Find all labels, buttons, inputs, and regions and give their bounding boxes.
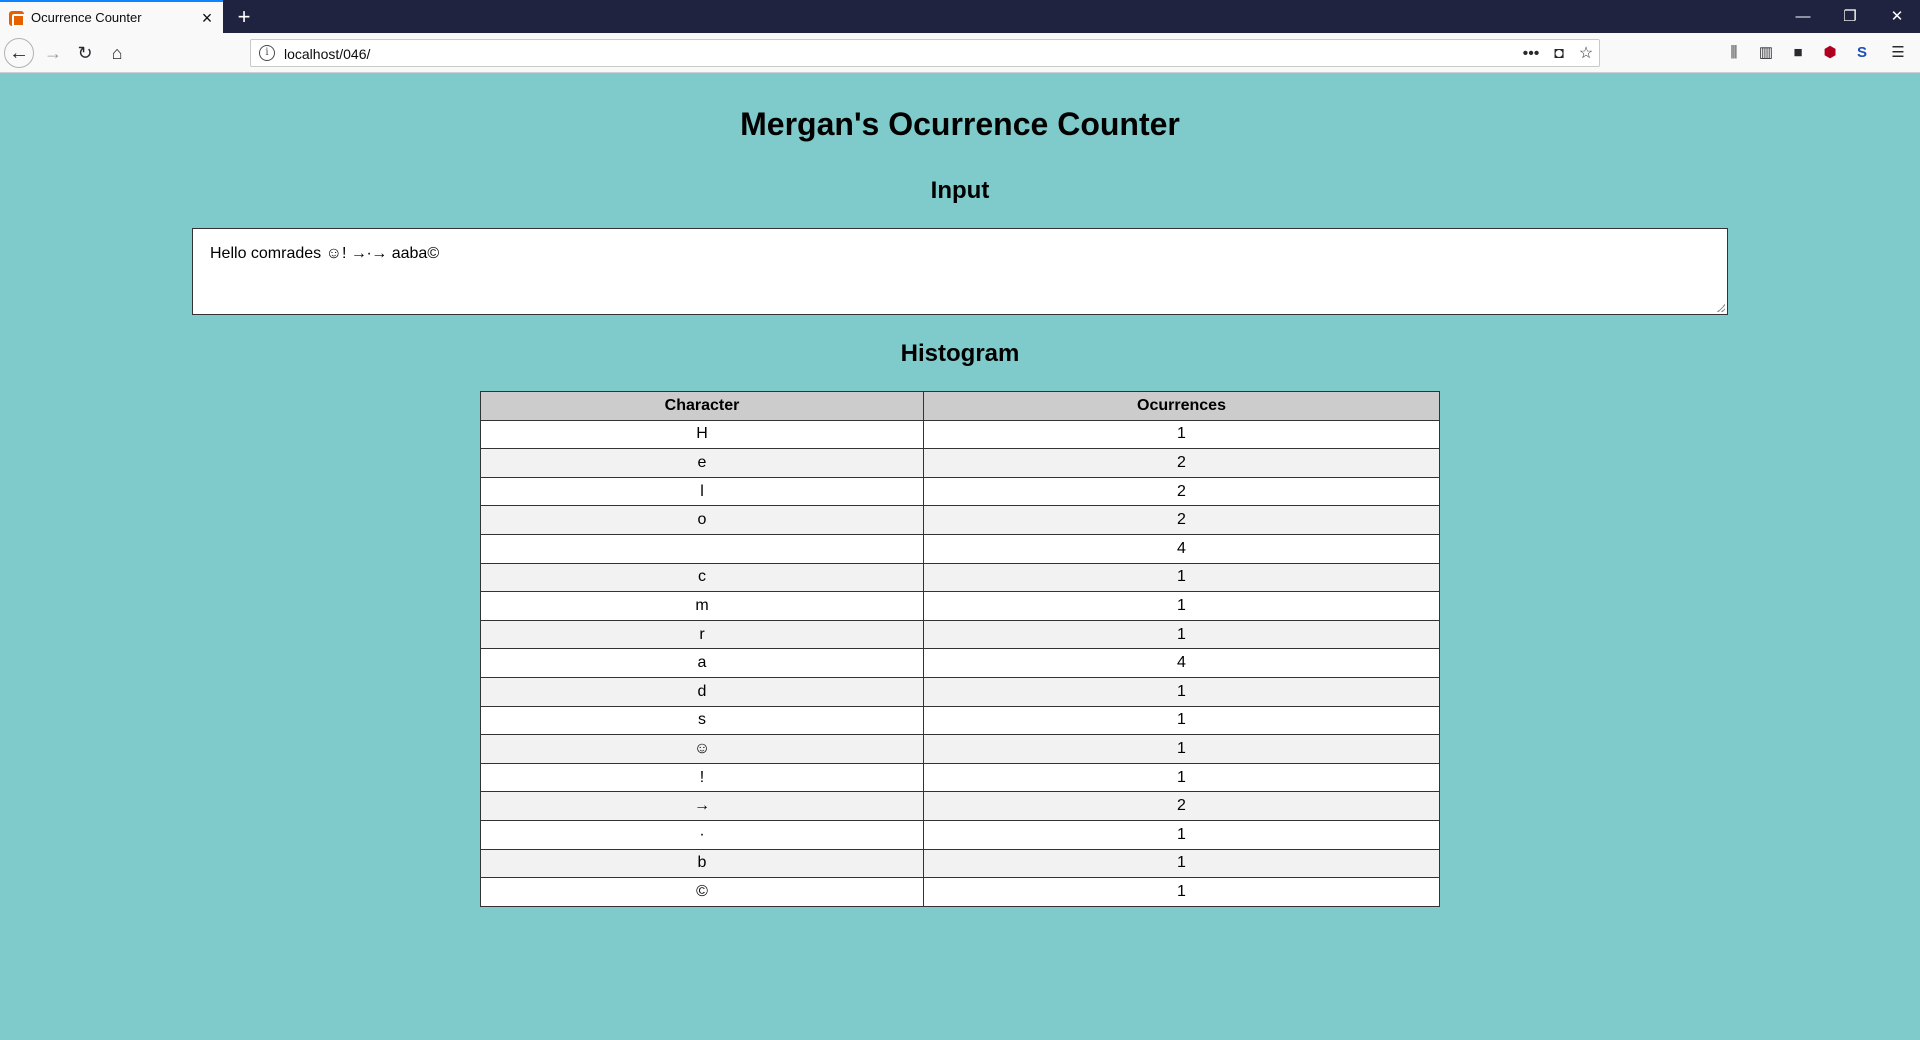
cell-character: m bbox=[480, 591, 924, 621]
cell-character: b bbox=[480, 848, 924, 879]
cell-character: e bbox=[480, 448, 924, 478]
cell-character: ☺ bbox=[480, 734, 924, 764]
library-icon[interactable]: ⫼ bbox=[1723, 42, 1745, 64]
table-row: ! 1 bbox=[480, 762, 1440, 793]
sidebar-icon[interactable]: ▥ bbox=[1755, 42, 1777, 64]
cell-count: 1 bbox=[923, 619, 1440, 650]
cell-character: s bbox=[480, 705, 924, 736]
table-row: c1 bbox=[480, 562, 1440, 593]
cell-count: 2 bbox=[923, 448, 1440, 478]
cell-character bbox=[480, 533, 924, 564]
cell-count: 1 bbox=[923, 848, 1440, 879]
table-row: s1 bbox=[480, 705, 1440, 736]
site-info-icon[interactable]: i bbox=[259, 45, 275, 61]
cell-count: 1 bbox=[923, 819, 1440, 850]
url-bar[interactable]: i localhost/046/ ••• ◘ ☆ bbox=[250, 39, 1600, 67]
input-heading: Input bbox=[930, 177, 990, 204]
cell-character: ∙ bbox=[480, 819, 924, 850]
cell-character: c bbox=[480, 562, 924, 593]
extension-s-icon[interactable]: S bbox=[1851, 42, 1873, 64]
cell-count: 1 bbox=[923, 762, 1440, 793]
cell-count: 1 bbox=[923, 705, 1440, 736]
histogram-table: Character Ocurrences H1 e2 l2 o2 4 c1 m1… bbox=[480, 391, 1440, 907]
minimize-icon[interactable]: — bbox=[1780, 0, 1826, 33]
header-occurrences: Ocurrences bbox=[923, 391, 1440, 421]
table-row: © 1 bbox=[480, 877, 1440, 907]
tab-favicon-icon bbox=[9, 11, 25, 27]
pocket-icon[interactable]: ◘ bbox=[1546, 42, 1572, 66]
cell-count: 1 bbox=[923, 734, 1440, 764]
page-actions-icon[interactable]: ••• bbox=[1518, 42, 1544, 66]
cell-count: 1 bbox=[923, 877, 1440, 907]
table-row: m1 bbox=[480, 591, 1440, 621]
cell-character: © bbox=[480, 877, 924, 907]
cell-count: 1 bbox=[923, 591, 1440, 621]
cell-character: a bbox=[480, 648, 924, 678]
reload-icon[interactable]: ↻ bbox=[70, 38, 100, 68]
cell-character: l bbox=[480, 476, 924, 507]
table-row: d1 bbox=[480, 676, 1440, 707]
restore-icon[interactable]: ❐ bbox=[1827, 0, 1873, 33]
cell-count: 2 bbox=[923, 476, 1440, 507]
url-text[interactable]: localhost/046/ bbox=[284, 46, 370, 62]
resize-grip-icon[interactable] bbox=[1717, 304, 1725, 312]
cell-count: 1 bbox=[923, 562, 1440, 593]
tab-title: Ocurrence Counter bbox=[31, 10, 142, 25]
cell-count: 2 bbox=[923, 791, 1440, 821]
forward-icon[interactable]: → bbox=[38, 38, 68, 68]
new-tab-icon[interactable]: + bbox=[230, 4, 258, 30]
cell-count: 2 bbox=[923, 505, 1440, 535]
table-row: l2 bbox=[480, 476, 1440, 507]
table-row: e2 bbox=[480, 448, 1440, 478]
table-header-row: Character Ocurrences bbox=[480, 391, 1440, 421]
table-row: a4 bbox=[480, 648, 1440, 678]
ublock-icon[interactable]: ⬢ bbox=[1819, 42, 1841, 64]
cell-count: 4 bbox=[923, 648, 1440, 678]
cell-character: ! bbox=[480, 762, 924, 793]
home-icon[interactable]: ⌂ bbox=[102, 38, 132, 68]
page-title: Mergan's Ocurrence Counter bbox=[740, 106, 1180, 142]
cell-character: H bbox=[480, 419, 924, 450]
back-icon[interactable]: ← bbox=[4, 38, 34, 68]
cell-character: → bbox=[480, 791, 924, 821]
cell-count: 4 bbox=[923, 533, 1440, 564]
browser-tab[interactable]: Ocurrence Counter × bbox=[0, 0, 223, 33]
bookmark-star-icon[interactable]: ☆ bbox=[1573, 42, 1599, 66]
cell-count: 1 bbox=[923, 419, 1440, 450]
table-row: → 2 bbox=[480, 791, 1440, 821]
extension-icon[interactable]: ■ bbox=[1787, 42, 1809, 64]
table-row: H1 bbox=[480, 419, 1440, 450]
text-input-value[interactable]: Hello comrades ☺! →∙→ aaba© bbox=[210, 245, 439, 262]
browser-titlebar: Ocurrence Counter × + — ❐ ✕ bbox=[0, 0, 1920, 33]
table-row: o2 bbox=[480, 505, 1440, 535]
text-input[interactable]: Hello comrades ☺! →∙→ aaba© bbox=[192, 228, 1728, 315]
tab-close-icon[interactable]: × bbox=[197, 8, 217, 28]
browser-navbar: ← → ↻ ⌂ i localhost/046/ ••• ◘ ☆ ⫼ ▥ ■ ⬢… bbox=[0, 33, 1920, 73]
table-row: r1 bbox=[480, 619, 1440, 650]
table-row: b1 bbox=[480, 848, 1440, 879]
cell-count: 1 bbox=[923, 676, 1440, 707]
cell-character: d bbox=[480, 676, 924, 707]
table-row: ☺ 1 bbox=[480, 734, 1440, 764]
page-content: Mergan's Ocurrence Counter Input Hello c… bbox=[0, 74, 1920, 1040]
window-close-icon[interactable]: ✕ bbox=[1874, 0, 1920, 33]
histogram-heading: Histogram bbox=[900, 340, 1020, 367]
menu-icon[interactable]: ☰ bbox=[1887, 42, 1909, 64]
table-row: 4 bbox=[480, 533, 1440, 564]
header-character: Character bbox=[480, 391, 924, 421]
cell-character: r bbox=[480, 619, 924, 650]
cell-character: o bbox=[480, 505, 924, 535]
table-row: ∙ 1 bbox=[480, 819, 1440, 850]
